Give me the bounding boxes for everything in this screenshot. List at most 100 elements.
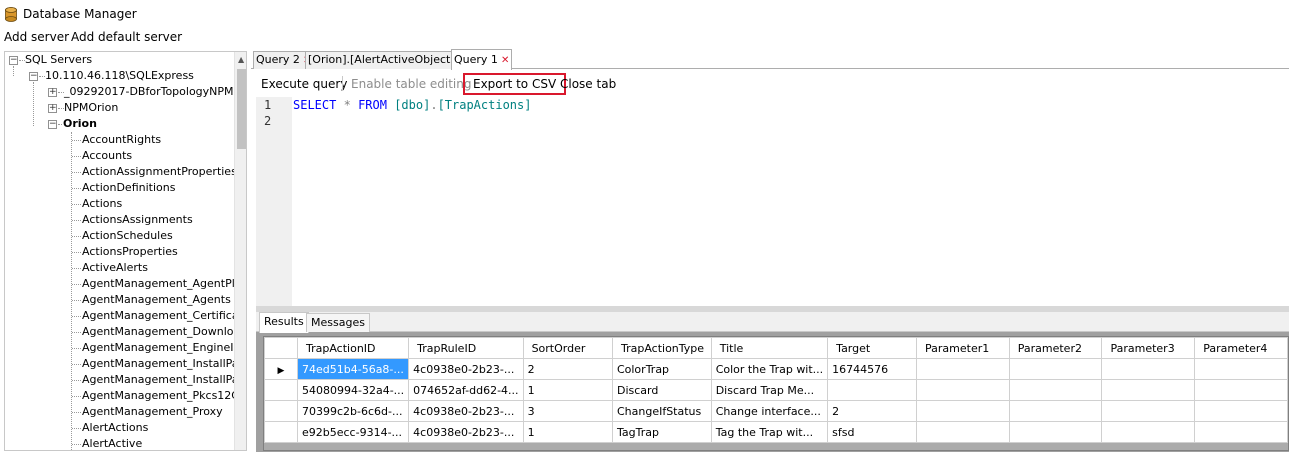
table-cell[interactable] [1194, 358, 1288, 380]
table-cell[interactable]: 3 [522, 400, 613, 422]
close-icon[interactable]: ✕ [501, 55, 509, 66]
table-cell[interactable]: 70399c2b-6c6d-... [296, 400, 410, 422]
column-header[interactable]: TrapActionID [296, 337, 410, 359]
execute-query-button[interactable]: Execute query [261, 75, 347, 93]
table-cell[interactable]: 4c0938e0-2b23-... [408, 421, 524, 443]
table-cell[interactable]: Tag the Trap wit... [710, 421, 829, 443]
table-row[interactable]: ▶ 74ed51b4-56a8-... 4c0938e0-2b23-... 2 Colo… [264, 358, 1288, 380]
tree-node-table[interactable]: AgentManagement_InstallPack [82, 356, 246, 372]
tab-query-1[interactable]: Query 1 ✕ [451, 49, 513, 70]
table-cell[interactable]: e92b5ecc-9314-... [296, 421, 410, 443]
table-cell[interactable]: 074652af-dd62-4... [408, 379, 524, 401]
table-cell[interactable]: 54080994-32a4-... [296, 379, 410, 401]
table-cell[interactable] [1008, 400, 1103, 422]
collapse-icon[interactable]: − [48, 120, 57, 129]
tree-node-table[interactable]: Accounts [82, 148, 132, 164]
server-tree[interactable]: − SQL Servers − 10.110.46.118\SQLExpress… [4, 51, 247, 451]
tree-node-table[interactable]: AgentManagement_InstallPack [82, 372, 246, 388]
table-cell[interactable]: Color the Trap wit... [710, 358, 829, 380]
table-cell[interactable] [1101, 358, 1196, 380]
table-cell[interactable]: 2 [522, 358, 613, 380]
table-cell[interactable]: sfsd [827, 421, 917, 443]
column-header[interactable]: Title [710, 337, 829, 359]
column-header[interactable]: SortOrder [522, 337, 613, 359]
column-header[interactable]: Target [827, 337, 917, 359]
table-cell[interactable]: 4c0938e0-2b23-... [408, 400, 524, 422]
table-cell[interactable]: Change interface... [710, 400, 829, 422]
scroll-thumb[interactable] [237, 69, 246, 149]
tree-node-database-selected[interactable]: Orion [63, 116, 97, 132]
table-cell[interactable] [1008, 358, 1103, 380]
scroll-up-icon[interactable]: ▲ [238, 55, 244, 64]
tree-node-table[interactable]: ActionDefinitions [82, 180, 175, 196]
collapse-icon[interactable]: − [29, 72, 38, 81]
tree-node-database[interactable]: _09292017-DBforTopologyNPM12_ [64, 84, 246, 100]
close-tab-button[interactable]: Close tab [560, 75, 616, 93]
table-cell[interactable] [1008, 379, 1103, 401]
tab-alert-active-objects[interactable]: [Orion].[AlertActiveObjects]✕ [305, 51, 475, 69]
tree-node-table[interactable]: Actions [82, 196, 122, 212]
table-cell[interactable] [1008, 421, 1103, 443]
table-cell[interactable]: 1 [522, 379, 613, 401]
tree-node-table[interactable]: ActionAssignmentProperties [82, 164, 237, 180]
table-cell[interactable]: 74ed51b4-56a8-... [296, 358, 410, 380]
table-cell[interactable] [916, 400, 1010, 422]
column-header[interactable]: TrapActionType [611, 337, 712, 359]
table-row[interactable]: e92b5ecc-9314-... 4c0938e0-2b23-... 1 TagTr… [264, 421, 1288, 443]
add-server-menu[interactable]: Add server [4, 30, 69, 44]
tree-node-table[interactable]: AgentManagement_Agents [82, 292, 231, 308]
table-cell[interactable] [1194, 421, 1288, 443]
collapse-icon[interactable]: − [9, 56, 18, 65]
table-cell[interactable] [1101, 421, 1196, 443]
table-row[interactable]: 54080994-32a4-... 074652af-dd62-4... 1 Disc… [264, 379, 1288, 401]
tree-node-table[interactable]: ActionsProperties [82, 244, 178, 260]
table-cell[interactable] [1101, 379, 1196, 401]
column-header[interactable]: TrapRuleID [408, 337, 524, 359]
table-cell[interactable]: ColorTrap [611, 358, 712, 380]
tree-node-table[interactable]: ActionsAssignments [82, 212, 193, 228]
tree-node-server[interactable]: 10.110.46.118\SQLExpress [45, 68, 194, 84]
row-selector[interactable] [264, 421, 298, 443]
results-grid[interactable]: TrapActionID TrapRuleID SortOrder TrapActio… [263, 336, 1289, 451]
table-cell[interactable] [1101, 400, 1196, 422]
table-cell[interactable] [827, 379, 917, 401]
table-cell[interactable] [916, 358, 1010, 380]
table-cell[interactable]: Discard [611, 379, 712, 401]
tree-node-table[interactable]: AgentManagement_Certificates [82, 308, 246, 324]
table-cell[interactable] [1194, 379, 1288, 401]
tree-node-table[interactable]: ActionSchedules [82, 228, 173, 244]
sql-code[interactable]: SELECT * FROM [dbo].[TrapActions] [293, 98, 531, 112]
enable-table-editing-button[interactable]: Enable table editing [351, 75, 472, 93]
tree-node-table[interactable]: AlertActive [82, 436, 142, 450]
tab-messages[interactable]: Messages [306, 313, 370, 332]
table-cell[interactable] [1194, 400, 1288, 422]
column-header[interactable]: Parameter3 [1101, 337, 1196, 359]
tree-node-table[interactable]: AgentManagement_AgentPlugi [82, 276, 246, 292]
table-cell[interactable]: 16744576 [827, 358, 917, 380]
table-cell[interactable]: 2 [827, 400, 917, 422]
tab-results[interactable]: Results [259, 312, 309, 333]
export-to-csv-button[interactable]: Export to CSV [463, 73, 567, 95]
table-cell[interactable]: ChangeIfStatus [611, 400, 712, 422]
row-selector[interactable] [264, 400, 298, 422]
expand-icon[interactable]: + [48, 104, 57, 113]
tree-node-table[interactable]: AlertActions [82, 420, 148, 436]
tree-scrollbar[interactable]: ▲ [234, 52, 246, 450]
tree-node-table[interactable]: AccountRights [82, 132, 161, 148]
column-header[interactable]: Parameter1 [916, 337, 1010, 359]
column-header[interactable]: Parameter2 [1008, 337, 1103, 359]
row-selector[interactable] [264, 379, 298, 401]
tree-node-table[interactable]: AgentManagement_DownloadF [82, 324, 246, 340]
table-row[interactable]: 70399c2b-6c6d-... 4c0938e0-2b23-... 3 Chang… [264, 400, 1288, 422]
column-header[interactable]: Parameter4 [1194, 337, 1288, 359]
table-cell[interactable]: 1 [522, 421, 613, 443]
table-cell[interactable] [916, 379, 1010, 401]
tree-node-table[interactable]: AgentManagement_EngineInfo [82, 340, 246, 356]
tree-node-table[interactable]: AgentManagement_Pkcs12Cer [82, 388, 246, 404]
row-selector[interactable]: ▶ [264, 358, 298, 380]
tree-node-table[interactable]: AgentManagement_Proxy [82, 404, 223, 420]
table-cell[interactable]: 4c0938e0-2b23-... [408, 358, 524, 380]
tree-node-table[interactable]: ActiveAlerts [82, 260, 148, 276]
table-cell[interactable]: TagTrap [611, 421, 712, 443]
table-cell[interactable]: Discard Trap Me... [710, 379, 829, 401]
